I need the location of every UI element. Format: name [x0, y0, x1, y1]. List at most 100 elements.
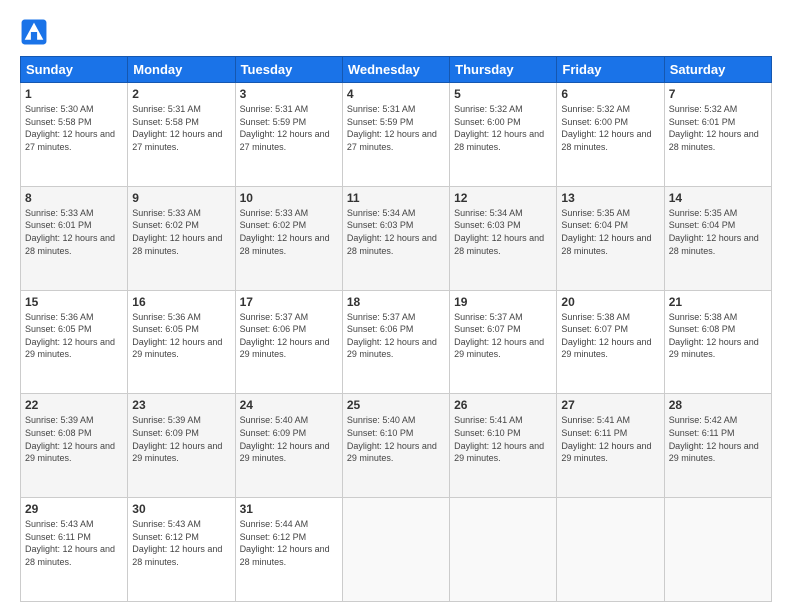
day-cell-6: 6 Sunrise: 5:32 AM Sunset: 6:00 PM Dayli… [557, 83, 664, 187]
day-number: 20 [561, 295, 659, 309]
day-cell-19: 19 Sunrise: 5:37 AM Sunset: 6:07 PM Dayl… [450, 290, 557, 394]
day-number: 3 [240, 87, 338, 101]
day-cell-26: 26 Sunrise: 5:41 AM Sunset: 6:10 PM Dayl… [450, 394, 557, 498]
day-cell-14: 14 Sunrise: 5:35 AM Sunset: 6:04 PM Dayl… [664, 186, 771, 290]
day-info: Sunrise: 5:39 AM Sunset: 6:09 PM Dayligh… [132, 414, 230, 464]
day-info: Sunrise: 5:37 AM Sunset: 6:06 PM Dayligh… [240, 311, 338, 361]
day-number: 8 [25, 191, 123, 205]
day-header-tuesday: Tuesday [235, 57, 342, 83]
day-info: Sunrise: 5:43 AM Sunset: 6:12 PM Dayligh… [132, 518, 230, 568]
day-number: 29 [25, 502, 123, 516]
day-number: 2 [132, 87, 230, 101]
day-number: 11 [347, 191, 445, 205]
day-cell-5: 5 Sunrise: 5:32 AM Sunset: 6:00 PM Dayli… [450, 83, 557, 187]
header [20, 18, 772, 46]
day-cell-22: 22 Sunrise: 5:39 AM Sunset: 6:08 PM Dayl… [21, 394, 128, 498]
day-cell-21: 21 Sunrise: 5:38 AM Sunset: 6:08 PM Dayl… [664, 290, 771, 394]
week-row-2: 8 Sunrise: 5:33 AM Sunset: 6:01 PM Dayli… [21, 186, 772, 290]
week-row-5: 29 Sunrise: 5:43 AM Sunset: 6:11 PM Dayl… [21, 498, 772, 602]
day-number: 7 [669, 87, 767, 101]
day-number: 14 [669, 191, 767, 205]
day-cell-12: 12 Sunrise: 5:34 AM Sunset: 6:03 PM Dayl… [450, 186, 557, 290]
day-header-wednesday: Wednesday [342, 57, 449, 83]
logo [20, 18, 54, 46]
day-number: 1 [25, 87, 123, 101]
day-number: 28 [669, 398, 767, 412]
day-info: Sunrise: 5:32 AM Sunset: 6:00 PM Dayligh… [561, 103, 659, 153]
day-cell-30: 30 Sunrise: 5:43 AM Sunset: 6:12 PM Dayl… [128, 498, 235, 602]
empty-cell [557, 498, 664, 602]
week-row-4: 22 Sunrise: 5:39 AM Sunset: 6:08 PM Dayl… [21, 394, 772, 498]
calendar: SundayMondayTuesdayWednesdayThursdayFrid… [20, 56, 772, 602]
day-info: Sunrise: 5:30 AM Sunset: 5:58 PM Dayligh… [25, 103, 123, 153]
day-cell-4: 4 Sunrise: 5:31 AM Sunset: 5:59 PM Dayli… [342, 83, 449, 187]
day-number: 13 [561, 191, 659, 205]
day-number: 12 [454, 191, 552, 205]
day-info: Sunrise: 5:43 AM Sunset: 6:11 PM Dayligh… [25, 518, 123, 568]
day-info: Sunrise: 5:38 AM Sunset: 6:07 PM Dayligh… [561, 311, 659, 361]
day-number: 31 [240, 502, 338, 516]
day-header-sunday: Sunday [21, 57, 128, 83]
day-cell-15: 15 Sunrise: 5:36 AM Sunset: 6:05 PM Dayl… [21, 290, 128, 394]
day-cell-13: 13 Sunrise: 5:35 AM Sunset: 6:04 PM Dayl… [557, 186, 664, 290]
logo-icon [20, 18, 48, 46]
day-info: Sunrise: 5:31 AM Sunset: 5:59 PM Dayligh… [240, 103, 338, 153]
day-info: Sunrise: 5:42 AM Sunset: 6:11 PM Dayligh… [669, 414, 767, 464]
empty-cell [664, 498, 771, 602]
day-number: 15 [25, 295, 123, 309]
day-number: 24 [240, 398, 338, 412]
day-info: Sunrise: 5:41 AM Sunset: 6:11 PM Dayligh… [561, 414, 659, 464]
day-cell-29: 29 Sunrise: 5:43 AM Sunset: 6:11 PM Dayl… [21, 498, 128, 602]
day-number: 4 [347, 87, 445, 101]
day-cell-3: 3 Sunrise: 5:31 AM Sunset: 5:59 PM Dayli… [235, 83, 342, 187]
day-info: Sunrise: 5:40 AM Sunset: 6:09 PM Dayligh… [240, 414, 338, 464]
day-info: Sunrise: 5:33 AM Sunset: 6:02 PM Dayligh… [240, 207, 338, 257]
day-number: 17 [240, 295, 338, 309]
day-cell-7: 7 Sunrise: 5:32 AM Sunset: 6:01 PM Dayli… [664, 83, 771, 187]
day-cell-9: 9 Sunrise: 5:33 AM Sunset: 6:02 PM Dayli… [128, 186, 235, 290]
day-info: Sunrise: 5:41 AM Sunset: 6:10 PM Dayligh… [454, 414, 552, 464]
day-cell-16: 16 Sunrise: 5:36 AM Sunset: 6:05 PM Dayl… [128, 290, 235, 394]
day-info: Sunrise: 5:34 AM Sunset: 6:03 PM Dayligh… [454, 207, 552, 257]
day-info: Sunrise: 5:35 AM Sunset: 6:04 PM Dayligh… [561, 207, 659, 257]
day-info: Sunrise: 5:33 AM Sunset: 6:01 PM Dayligh… [25, 207, 123, 257]
day-info: Sunrise: 5:37 AM Sunset: 6:06 PM Dayligh… [347, 311, 445, 361]
day-cell-24: 24 Sunrise: 5:40 AM Sunset: 6:09 PM Dayl… [235, 394, 342, 498]
day-cell-10: 10 Sunrise: 5:33 AM Sunset: 6:02 PM Dayl… [235, 186, 342, 290]
day-header-monday: Monday [128, 57, 235, 83]
day-number: 27 [561, 398, 659, 412]
day-cell-1: 1 Sunrise: 5:30 AM Sunset: 5:58 PM Dayli… [21, 83, 128, 187]
day-number: 23 [132, 398, 230, 412]
week-row-1: 1 Sunrise: 5:30 AM Sunset: 5:58 PM Dayli… [21, 83, 772, 187]
empty-cell [342, 498, 449, 602]
day-header-friday: Friday [557, 57, 664, 83]
day-number: 26 [454, 398, 552, 412]
day-cell-25: 25 Sunrise: 5:40 AM Sunset: 6:10 PM Dayl… [342, 394, 449, 498]
day-number: 5 [454, 87, 552, 101]
day-number: 18 [347, 295, 445, 309]
day-info: Sunrise: 5:34 AM Sunset: 6:03 PM Dayligh… [347, 207, 445, 257]
day-info: Sunrise: 5:36 AM Sunset: 6:05 PM Dayligh… [25, 311, 123, 361]
day-number: 9 [132, 191, 230, 205]
day-cell-27: 27 Sunrise: 5:41 AM Sunset: 6:11 PM Dayl… [557, 394, 664, 498]
day-cell-8: 8 Sunrise: 5:33 AM Sunset: 6:01 PM Dayli… [21, 186, 128, 290]
day-info: Sunrise: 5:38 AM Sunset: 6:08 PM Dayligh… [669, 311, 767, 361]
day-number: 19 [454, 295, 552, 309]
day-number: 6 [561, 87, 659, 101]
day-number: 25 [347, 398, 445, 412]
day-info: Sunrise: 5:39 AM Sunset: 6:08 PM Dayligh… [25, 414, 123, 464]
week-row-3: 15 Sunrise: 5:36 AM Sunset: 6:05 PM Dayl… [21, 290, 772, 394]
day-info: Sunrise: 5:35 AM Sunset: 6:04 PM Dayligh… [669, 207, 767, 257]
day-header-saturday: Saturday [664, 57, 771, 83]
day-cell-31: 31 Sunrise: 5:44 AM Sunset: 6:12 PM Dayl… [235, 498, 342, 602]
day-cell-17: 17 Sunrise: 5:37 AM Sunset: 6:06 PM Dayl… [235, 290, 342, 394]
day-info: Sunrise: 5:36 AM Sunset: 6:05 PM Dayligh… [132, 311, 230, 361]
empty-cell [450, 498, 557, 602]
day-info: Sunrise: 5:37 AM Sunset: 6:07 PM Dayligh… [454, 311, 552, 361]
day-number: 16 [132, 295, 230, 309]
day-number: 30 [132, 502, 230, 516]
day-number: 21 [669, 295, 767, 309]
day-number: 22 [25, 398, 123, 412]
day-info: Sunrise: 5:40 AM Sunset: 6:10 PM Dayligh… [347, 414, 445, 464]
day-cell-20: 20 Sunrise: 5:38 AM Sunset: 6:07 PM Dayl… [557, 290, 664, 394]
